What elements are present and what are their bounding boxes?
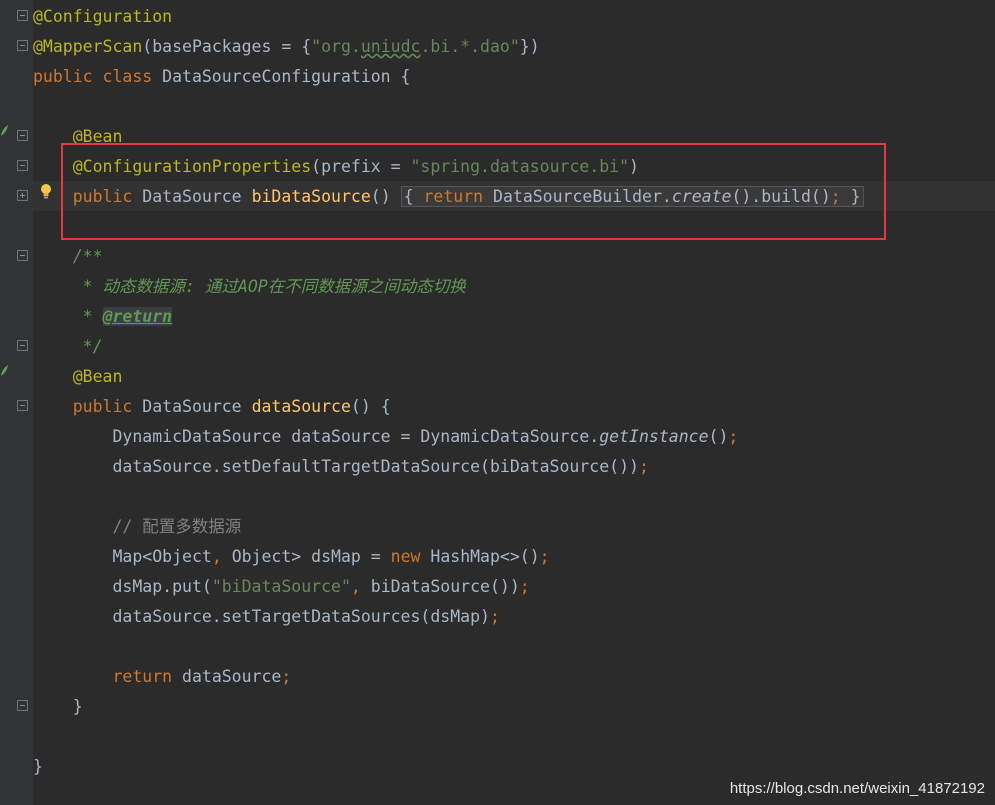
code-token: DynamicDataSource dataSource = DynamicDa…	[33, 427, 599, 446]
code-token: ,	[351, 577, 371, 596]
code-token: }	[33, 757, 43, 776]
code-token: () {	[351, 397, 391, 416]
code-token: */	[33, 337, 103, 356]
code-token: dataSource	[252, 397, 351, 416]
fold-marker-icon[interactable]	[17, 160, 28, 171]
code-token: dataSource	[182, 667, 281, 686]
code-token: @MapperScan	[33, 37, 142, 56]
code-line[interactable]: @Bean	[33, 362, 122, 392]
code-token: .bi.*.dao"	[420, 37, 519, 56]
code-token: ;	[540, 547, 550, 566]
code-line[interactable]: Map<Object, Object> dsMap = new HashMap<…	[33, 542, 550, 572]
code-token: ;	[281, 667, 291, 686]
code-line[interactable]: public DataSource dataSource() {	[33, 392, 391, 422]
code-token: (basePackages = {	[142, 37, 311, 56]
code-token: @return	[103, 307, 173, 326]
code-token: *	[33, 307, 103, 326]
code-token: getInstance	[599, 427, 708, 446]
code-token: DataSourceConfiguration {	[162, 67, 410, 86]
code-token: ;	[520, 577, 530, 596]
code-token: }	[33, 697, 83, 716]
code-token: @Bean	[33, 367, 122, 386]
code-token: return	[33, 667, 182, 686]
code-token: @Configuration	[33, 7, 172, 26]
code-line[interactable]: @Configuration	[33, 2, 172, 32]
code-token: new	[391, 547, 431, 566]
code-line[interactable]: return dataSource;	[33, 662, 291, 692]
code-token: })	[520, 37, 540, 56]
code-token: DataSource	[142, 397, 251, 416]
code-token: ;	[639, 457, 649, 476]
fold-marker-icon[interactable]	[17, 190, 28, 201]
code-line[interactable]: @MapperScan(basePackages = {"org.uniudc.…	[33, 32, 540, 62]
highlight-box	[61, 143, 886, 240]
code-token: Map<Object	[33, 547, 212, 566]
code-line[interactable]: dataSource.setDefaultTargetDataSource(bi…	[33, 452, 649, 482]
fold-marker-icon[interactable]	[17, 340, 28, 351]
code-token: * 动态数据源: 通过AOP在不同数据源之间动态切换	[33, 277, 466, 296]
code-token: "biDataSource"	[212, 577, 351, 596]
code-token: ,	[212, 547, 232, 566]
code-token: "org.	[311, 37, 361, 56]
fold-marker-icon[interactable]	[17, 130, 28, 141]
code-token: dataSource.setDefaultTargetDataSource(bi…	[33, 457, 639, 476]
code-token: public	[33, 397, 142, 416]
code-token: biDataSource())	[371, 577, 520, 596]
code-token: Object> dsMap =	[232, 547, 391, 566]
code-line[interactable]: }	[33, 752, 43, 782]
code-token: ()	[709, 427, 729, 446]
fold-marker-icon[interactable]	[17, 400, 28, 411]
bean-gutter-icon[interactable]	[0, 124, 9, 137]
code-token: uniudc	[361, 37, 421, 56]
code-token: /**	[33, 247, 103, 266]
code-line[interactable]: DynamicDataSource dataSource = DynamicDa…	[33, 422, 738, 452]
code-line[interactable]: dataSource.setTargetDataSources(dsMap);	[33, 602, 500, 632]
code-line[interactable]: }	[33, 692, 83, 722]
code-line[interactable]: * 动态数据源: 通过AOP在不同数据源之间动态切换	[33, 272, 466, 302]
code-line[interactable]: public class DataSourceConfiguration {	[33, 62, 411, 92]
fold-marker-icon[interactable]	[17, 250, 28, 261]
watermark: https://blog.csdn.net/weixin_41872192	[730, 780, 985, 797]
code-token: HashMap<>()	[430, 547, 539, 566]
code-line[interactable]: dsMap.put("biDataSource", biDataSource()…	[33, 572, 530, 602]
fold-marker-icon[interactable]	[17, 10, 28, 21]
code-token: // 配置多数据源	[33, 517, 241, 536]
code-token: dataSource.setTargetDataSources(dsMap)	[33, 607, 490, 626]
code-token: ;	[728, 427, 738, 446]
code-token: public class	[33, 67, 162, 86]
code-line[interactable]: * @return	[33, 302, 172, 332]
fold-marker-icon[interactable]	[17, 700, 28, 711]
bean-gutter-icon[interactable]	[0, 364, 9, 377]
code-line[interactable]: */	[33, 332, 103, 362]
code-line[interactable]: /**	[33, 242, 103, 272]
code-token: ;	[490, 607, 500, 626]
fold-marker-icon[interactable]	[17, 40, 28, 51]
lightbulb-icon[interactable]	[39, 183, 53, 201]
code-token: dsMap.put(	[33, 577, 212, 596]
code-line[interactable]: // 配置多数据源	[33, 512, 241, 542]
